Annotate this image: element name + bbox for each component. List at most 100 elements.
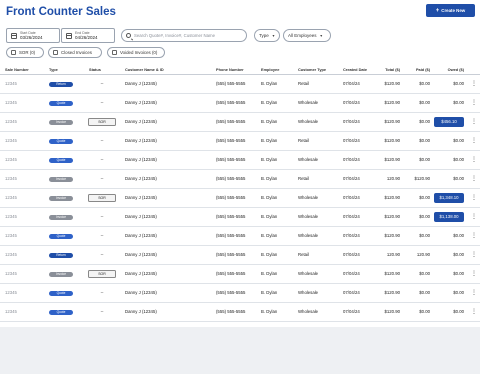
chevron-down-icon: ▼ [319,33,323,38]
sale-number[interactable]: 12345 [0,112,44,132]
table-row[interactable]: 12345 Return -- Danny J (12345) (555) 55… [0,74,480,94]
customer-name[interactable]: Danny J (12345) [120,264,211,284]
more-options-icon[interactable]: ⋮ [468,112,480,132]
more-options-icon[interactable]: ⋮ [468,226,480,246]
owed-amount: $0.00 [453,138,464,143]
sale-number[interactable]: 12345 [0,93,44,113]
more-options-icon[interactable]: ⋮ [468,207,480,227]
col-header[interactable]: Owed ($) [434,66,468,75]
checkbox[interactable] [112,50,117,55]
end-date-field[interactable]: End Date 04/26/2024 [61,28,115,43]
sale-number[interactable]: 12345 [0,169,44,189]
table-row[interactable]: 12345 Quote -- Danny J (12345) (555) 555… [0,131,480,151]
paid-amount: $0.00 [404,188,434,208]
more-options-icon[interactable]: ⋮ [468,283,480,303]
sor-button[interactable]: SOR [88,269,116,278]
col-header[interactable]: Type [44,66,84,75]
col-header[interactable]: Phone Number [211,66,256,75]
checkbox[interactable] [11,50,16,55]
col-header[interactable]: Paid ($) [404,66,434,75]
created-date: 07/04/24 [338,302,374,322]
customer-name[interactable]: Danny J (12345) [120,93,211,113]
col-header[interactable]: Customer Name & ID [120,66,211,75]
customer-name[interactable]: Danny J (12345) [120,150,211,170]
sale-number[interactable]: 12345 [0,188,44,208]
search-field[interactable] [121,29,247,42]
search-input[interactable] [134,33,244,38]
table-row[interactable]: 12345 Quote -- Danny J (12345) (555) 555… [0,283,480,303]
paid-amount: $0.00 [404,112,434,132]
closed-invoices-chip[interactable]: Closed Invoices [48,47,102,58]
table-row[interactable]: 12345 Return -- Danny J (12345) (555) 55… [0,245,480,265]
more-options-icon[interactable]: ⋮ [468,188,480,208]
employee: B. Dylan [256,93,293,113]
table-row[interactable]: 12345 Quote -- Danny J (12345) (555) 555… [0,302,480,322]
owed-amount-button[interactable]: $1,348.10 [434,192,464,203]
more-options-icon[interactable]: ⋮ [468,131,480,151]
col-header[interactable]: Sale Number [0,66,44,75]
type-dropdown[interactable]: Type ▼ [254,29,280,42]
sor-filter-chip[interactable]: SOR (0) [6,47,44,58]
more-options-icon[interactable]: ⋮ [468,245,480,265]
table-row[interactable]: 12345 Invoice SOR Danny J (12345) (555) … [0,264,480,284]
type-badge: Invoice [49,271,73,277]
col-header[interactable]: Status [84,66,120,75]
sale-number[interactable]: 12345 [0,264,44,284]
customer-name[interactable]: Danny J (12345) [120,169,211,189]
customer-type: Wholesale [293,283,338,303]
more-options-icon[interactable]: ⋮ [468,93,480,113]
customer-name[interactable]: Danny J (12345) [120,112,211,132]
table-row[interactable]: 12345 Invoice SOR Danny J (12345) (555) … [0,188,480,208]
col-header[interactable]: Employee [256,66,293,75]
col-header[interactable]: Created Date [338,66,374,75]
sale-number[interactable]: 12345 [0,283,44,303]
col-header[interactable]: Total ($) [374,66,404,75]
customer-name[interactable]: Danny J (12345) [120,188,211,208]
customer-name[interactable]: Danny J (12345) [120,131,211,151]
customer-name[interactable]: Danny J (12345) [120,245,211,265]
table-row[interactable]: 12345 Quote -- Danny J (12345) (555) 555… [0,226,480,246]
customer-type: Wholesale [293,226,338,246]
customer-name[interactable]: Danny J (12345) [120,226,211,246]
calendar-icon [11,32,17,39]
customer-name[interactable]: Danny J (12345) [120,74,211,94]
table-row[interactable]: 12345 Quote -- Danny J (12345) (555) 555… [0,150,480,170]
customer-name[interactable]: Danny J (12345) [120,207,211,227]
type-badge: Quote [49,157,73,163]
sale-number[interactable]: 12345 [0,131,44,151]
status-text: -- [100,176,104,181]
sor-button[interactable]: SOR [88,193,116,202]
checkbox[interactable] [53,50,58,55]
sale-number[interactable]: 12345 [0,207,44,227]
table-row[interactable]: 12345 Invoice SOR Danny J (12345) (555) … [0,112,480,132]
type-badge: Quote [49,233,73,239]
sor-button[interactable]: SOR [88,117,116,126]
voided-invoices-chip[interactable]: Voided Invoices (0) [107,47,165,58]
more-options-icon[interactable]: ⋮ [468,150,480,170]
create-new-button[interactable]: + Create New [426,4,475,17]
sale-number[interactable]: 12345 [0,226,44,246]
table-row[interactable]: 12345 Quote -- Danny J (12345) (555) 555… [0,93,480,113]
customer-name[interactable]: Danny J (12345) [120,283,211,303]
col-header[interactable]: Customer Type [293,66,338,75]
type-badge: Quote [49,290,73,296]
owed-amount-button[interactable]: $456.10 [434,116,464,127]
table-row[interactable]: 12345 Invoice -- Danny J (12345) (555) 5… [0,207,480,227]
more-options-icon[interactable]: ⋮ [468,264,480,284]
employees-dropdown[interactable]: All Employees ▼ [283,29,331,42]
employees-dropdown-label: All Employees [288,33,317,38]
more-options-icon[interactable]: ⋮ [468,74,480,94]
start-date-field[interactable]: Start Date 03/26/2024 [6,28,60,43]
more-options-icon[interactable]: ⋮ [468,169,480,189]
owed-amount-button[interactable]: $1,138.00 [434,211,464,222]
sale-number[interactable]: 12345 [0,150,44,170]
type-badge: Return [49,252,73,258]
total-amount: 120.90 [374,169,404,189]
sale-number[interactable]: 12345 [0,74,44,94]
sale-number[interactable]: 12345 [0,302,44,322]
table-row[interactable]: 12345 Invoice -- Danny J (12345) (555) 5… [0,169,480,189]
sale-number[interactable]: 12345 [0,245,44,265]
more-options-icon[interactable]: ⋮ [468,302,480,322]
customer-name[interactable]: Danny J (12345) [120,302,211,322]
created-date: 07/04/24 [338,74,374,94]
